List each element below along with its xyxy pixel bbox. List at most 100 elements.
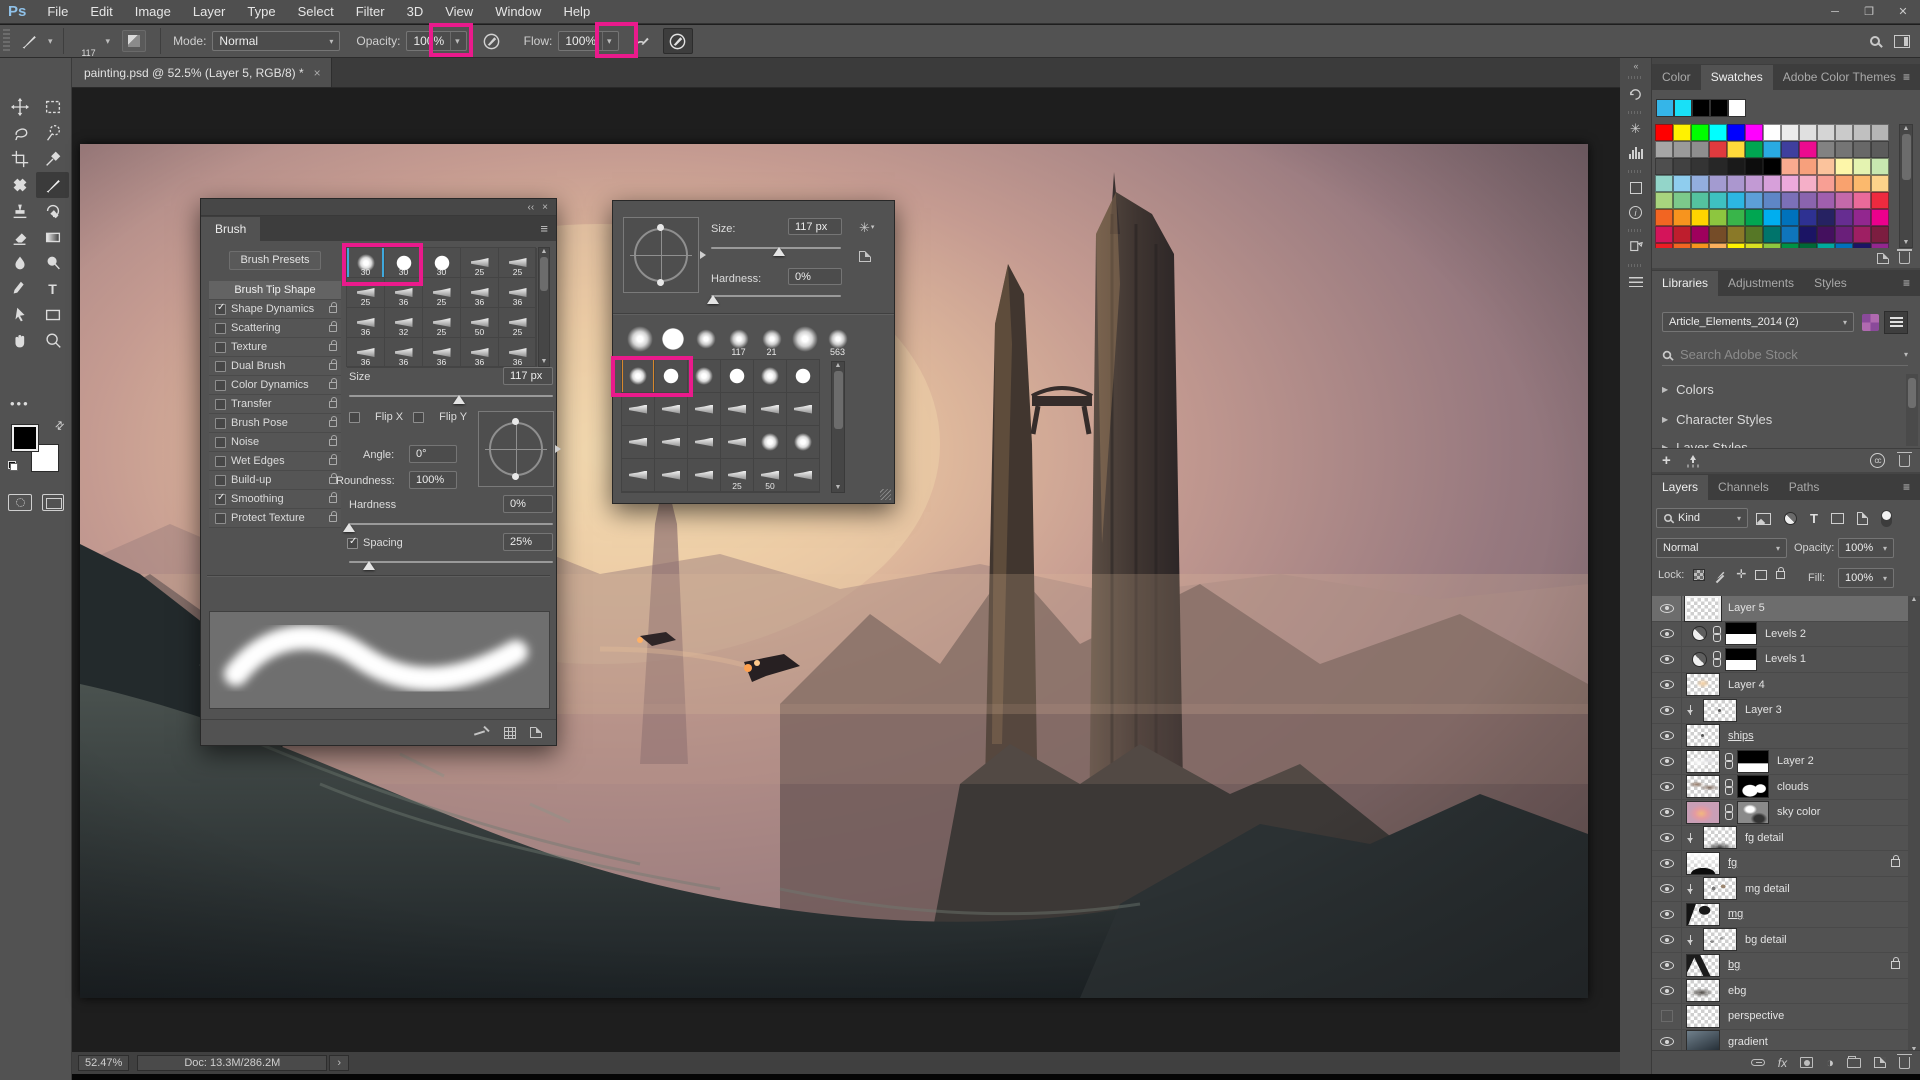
close-tab-icon[interactable]: × <box>314 66 321 80</box>
mask-link-icon[interactable] <box>1713 625 1721 642</box>
dial-dot-top[interactable] <box>657 224 664 231</box>
preset-cell[interactable] <box>622 459 655 492</box>
spacing-field[interactable]: 25% <box>503 533 553 551</box>
brush-setting-item[interactable]: Smoothing <box>209 490 341 509</box>
visibility-cell[interactable] <box>1652 774 1682 799</box>
menu-item[interactable]: Edit <box>79 0 123 24</box>
layer-thumbnail[interactable] <box>1703 698 1737 722</box>
add-mask-icon[interactable] <box>1800 1057 1814 1068</box>
brush-tip-cell[interactable]: 25 <box>423 278 461 308</box>
eye-icon[interactable] <box>1659 629 1674 639</box>
layer-thumbnail[interactable] <box>1686 775 1720 799</box>
brush-tip-cell[interactable]: 36 <box>461 278 499 308</box>
drag-rail[interactable] <box>1628 264 1643 267</box>
lock-icon[interactable] <box>329 320 337 332</box>
swatch[interactable] <box>1709 226 1727 243</box>
shape-tool[interactable] <box>36 302 69 328</box>
visibility-cell[interactable] <box>1652 647 1682 672</box>
visibility-cell[interactable] <box>1652 672 1682 697</box>
layer-name[interactable]: Layer 3 <box>1745 704 1782 716</box>
new-preset-icon[interactable] <box>859 251 871 262</box>
new-swatch-icon[interactable] <box>1877 252 1889 264</box>
brush-setting-item[interactable]: Noise <box>209 433 341 452</box>
menu-item[interactable]: Filter <box>345 0 396 24</box>
filter-smart-objects-icon[interactable] <box>1856 512 1868 525</box>
menu-item[interactable]: Select <box>287 0 345 24</box>
swatch[interactable] <box>1692 99 1710 117</box>
eye-off-box[interactable] <box>1660 1010 1673 1023</box>
crop-tool[interactable] <box>3 146 36 172</box>
swatch[interactable] <box>1691 209 1709 226</box>
layer-name[interactable]: ships <box>1728 730 1754 742</box>
layer-row[interactable]: Layer 4 <box>1652 672 1908 698</box>
swatch[interactable] <box>1745 243 1763 248</box>
swatch[interactable] <box>1799 124 1817 141</box>
chevron-down-icon[interactable]: ▾ <box>1904 350 1908 359</box>
swatch[interactable] <box>1745 226 1763 243</box>
lock-transparency-icon[interactable] <box>1693 568 1706 581</box>
swatch[interactable] <box>1727 175 1745 192</box>
pen-tool[interactable] <box>3 276 36 302</box>
menu-item[interactable]: Image <box>124 0 182 24</box>
scroll-down-icon[interactable]: ▼ <box>1900 239 1912 246</box>
swatch[interactable] <box>1853 209 1871 226</box>
layer-mask-thumbnail[interactable] <box>1737 800 1769 824</box>
quick-mask-button[interactable] <box>8 494 32 511</box>
scroll-down-icon[interactable]: ▼ <box>539 358 549 365</box>
spacing-checkbox[interactable] <box>347 536 358 549</box>
swatch[interactable] <box>1691 226 1709 243</box>
setting-checkbox[interactable] <box>215 512 226 524</box>
brush-tip-cell[interactable]: 36 <box>347 308 385 338</box>
brush-presets-button[interactable]: Brush Presets <box>229 251 321 270</box>
recent-brush-cell[interactable] <box>689 321 722 357</box>
3d-panel-icon[interactable] <box>1620 176 1651 200</box>
layer-row[interactable]: fg <box>1652 851 1908 877</box>
visibility-cell[interactable] <box>1652 978 1682 1003</box>
swatch[interactable] <box>1655 124 1673 141</box>
visibility-cell[interactable] <box>1652 902 1682 927</box>
swatch[interactable] <box>1799 226 1817 243</box>
healing-brush-tool[interactable] <box>3 172 36 198</box>
menu-item[interactable]: File <box>36 0 79 24</box>
brush-setting-item[interactable]: Transfer <box>209 395 341 414</box>
lock-icon[interactable] <box>329 377 337 389</box>
panel-tab[interactable]: Paths <box>1779 475 1830 500</box>
swatch[interactable] <box>1781 192 1799 209</box>
swatch[interactable] <box>1709 158 1727 175</box>
preset-cell[interactable] <box>655 459 688 492</box>
brush-tool-option-icon[interactable] <box>14 28 44 54</box>
layer-row[interactable]: clouds <box>1652 774 1908 800</box>
clone-stamp-tool[interactable] <box>3 198 36 224</box>
brush-setting-item[interactable]: Protect Texture <box>209 509 341 528</box>
menu-item[interactable]: Type <box>236 0 286 24</box>
swatch[interactable] <box>1763 124 1781 141</box>
window-control-button[interactable]: ❐ <box>1852 0 1886 24</box>
eye-icon[interactable] <box>1659 654 1674 664</box>
new-group-icon[interactable] <box>1847 1055 1861 1068</box>
layer-name[interactable]: bg detail <box>1745 934 1787 946</box>
layer-row[interactable]: perspective <box>1652 1004 1908 1030</box>
scroll-up-icon[interactable]: ▲ <box>1903 125 1910 132</box>
swatch[interactable] <box>1691 175 1709 192</box>
lock-icon[interactable] <box>329 396 337 408</box>
swatch[interactable] <box>1655 158 1673 175</box>
swatch[interactable] <box>1871 124 1889 141</box>
swatch[interactable] <box>1727 192 1745 209</box>
swatch[interactable] <box>1763 141 1781 158</box>
scroll-up-icon[interactable]: ▲ <box>835 362 842 369</box>
default-colors-icon[interactable] <box>8 461 18 471</box>
preset-cell[interactable] <box>688 393 721 426</box>
airbrush-toggle-button[interactable] <box>662 28 693 54</box>
edit-toolbar-button[interactable]: ••• <box>10 396 30 411</box>
swatch[interactable] <box>1763 192 1781 209</box>
brush-tip-cell[interactable]: 25 <box>461 248 499 278</box>
filter-kind-select[interactable]: Kind ▾ <box>1656 508 1748 528</box>
layer-name[interactable]: Levels 1 <box>1765 653 1806 665</box>
mask-link-icon[interactable] <box>1725 804 1733 821</box>
eyedropper-tool[interactable] <box>36 146 69 172</box>
swatch[interactable] <box>1853 192 1871 209</box>
preset-cell[interactable] <box>754 393 787 426</box>
mask-link-icon[interactable] <box>1713 651 1721 668</box>
toggle-brush-panel-button[interactable] <box>122 30 147 52</box>
lock-icon[interactable] <box>329 339 337 351</box>
